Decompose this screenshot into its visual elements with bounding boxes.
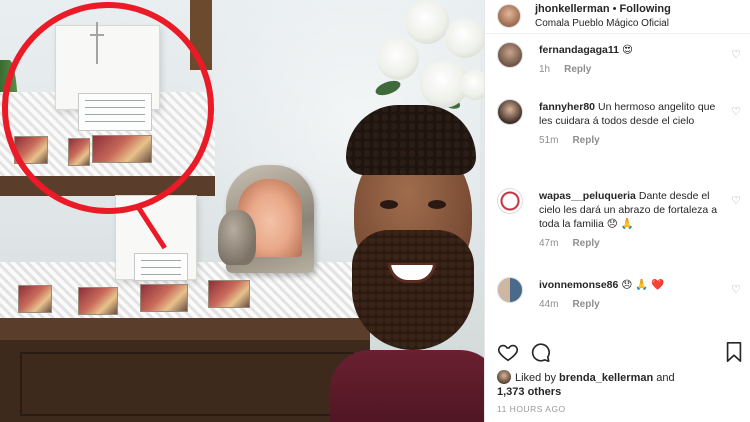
- curly-hair: [346, 105, 476, 175]
- likes-count[interactable]: 1,373 others: [497, 386, 561, 398]
- author-line: jhonkellerman • Following: [535, 3, 671, 15]
- comment-like-heart-icon[interactable]: ♡: [731, 105, 741, 118]
- prayer-card: [140, 284, 188, 312]
- maroon-shirt: [330, 350, 484, 422]
- comment-body: fannyher80 Un hermoso angelito que les cu…: [539, 100, 729, 148]
- post-timestamp: 11 HOURS AGO: [497, 404, 566, 414]
- prayer-card: [208, 280, 250, 308]
- comment-body: fernandagaga11 😍 1h Reply: [539, 43, 729, 77]
- instagram-sidebar: jhonkellerman • Following Comala Pueblo …: [484, 0, 750, 422]
- header-separator: •: [609, 3, 620, 15]
- comment-like-heart-icon[interactable]: ♡: [731, 283, 741, 296]
- liker-avatar[interactable]: [497, 370, 511, 384]
- reply-button[interactable]: Reply: [572, 299, 599, 310]
- speech-bubble-icon[interactable]: [529, 341, 551, 363]
- author-avatar[interactable]: [497, 4, 521, 28]
- comment-text: 😍: [621, 44, 633, 56]
- post-header: jhonkellerman • Following Comala Pueblo …: [485, 0, 750, 34]
- comment-username[interactable]: ivonnemonse86: [539, 279, 618, 291]
- eye: [380, 200, 398, 209]
- smiling-man: [330, 105, 484, 422]
- comment-body: ivonnemonse86 😞 🙏 ❤️ 44m Reply: [539, 278, 729, 312]
- author-username[interactable]: jhonkellerman: [535, 3, 610, 15]
- handwritten-note-bottom: [134, 253, 188, 281]
- commenter-avatar[interactable]: [497, 99, 523, 125]
- reply-button[interactable]: Reply: [572, 238, 599, 249]
- likes-prefix: Liked by: [515, 372, 560, 384]
- comment-time: 1h: [539, 64, 551, 75]
- likes-summary: Liked by brenda_kellerman and 1,373 othe…: [497, 370, 742, 399]
- commenter-avatar[interactable]: [497, 42, 523, 68]
- comment-meta: 44m Reply: [539, 298, 729, 312]
- comment-body: wapas__peluqueria Dante desde el cielo le…: [539, 189, 729, 251]
- liker-username[interactable]: brenda_kellerman: [559, 372, 653, 384]
- following-button[interactable]: Following: [620, 3, 671, 15]
- commenter-avatar[interactable]: [497, 188, 523, 214]
- reply-button[interactable]: Reply: [564, 64, 591, 75]
- prayer-card: [18, 285, 52, 313]
- comment-like-heart-icon[interactable]: ♡: [731, 194, 741, 207]
- white-roses: [365, 0, 484, 120]
- commenter-avatar[interactable]: [497, 277, 523, 303]
- eye: [428, 200, 446, 209]
- beard: [352, 230, 474, 350]
- comment-username[interactable]: fernandagaga11: [539, 44, 619, 56]
- post-action-bar: [497, 341, 742, 367]
- post-photo[interactable]: [0, 0, 484, 422]
- comment-text: 😞 🙏 ❤️: [621, 279, 665, 291]
- comment-meta: 1h Reply: [539, 63, 729, 77]
- reply-button[interactable]: Reply: [572, 135, 599, 146]
- comment-time: 51m: [539, 135, 559, 146]
- comment-meta: 51m Reply: [539, 134, 729, 148]
- comment-time: 47m: [539, 238, 559, 249]
- red-annotation-circle: [2, 2, 214, 214]
- lower-table-edge: [0, 318, 370, 340]
- bookmark-icon[interactable]: [723, 341, 745, 363]
- comment-username[interactable]: wapas__peluqueria: [539, 190, 636, 202]
- likes-middle: and: [653, 372, 675, 384]
- comment-time: 44m: [539, 299, 559, 310]
- angel-figurine: [218, 210, 256, 265]
- comment-like-heart-icon[interactable]: ♡: [731, 48, 741, 61]
- comment-username[interactable]: fannyher80: [539, 101, 595, 113]
- heart-outline-icon[interactable]: [497, 341, 519, 363]
- wooden-cabinet: [0, 340, 370, 422]
- comment-meta: 47m Reply: [539, 237, 729, 251]
- prayer-card: [78, 287, 118, 315]
- location-link[interactable]: Comala Pueblo Mágico Oficial: [535, 18, 669, 29]
